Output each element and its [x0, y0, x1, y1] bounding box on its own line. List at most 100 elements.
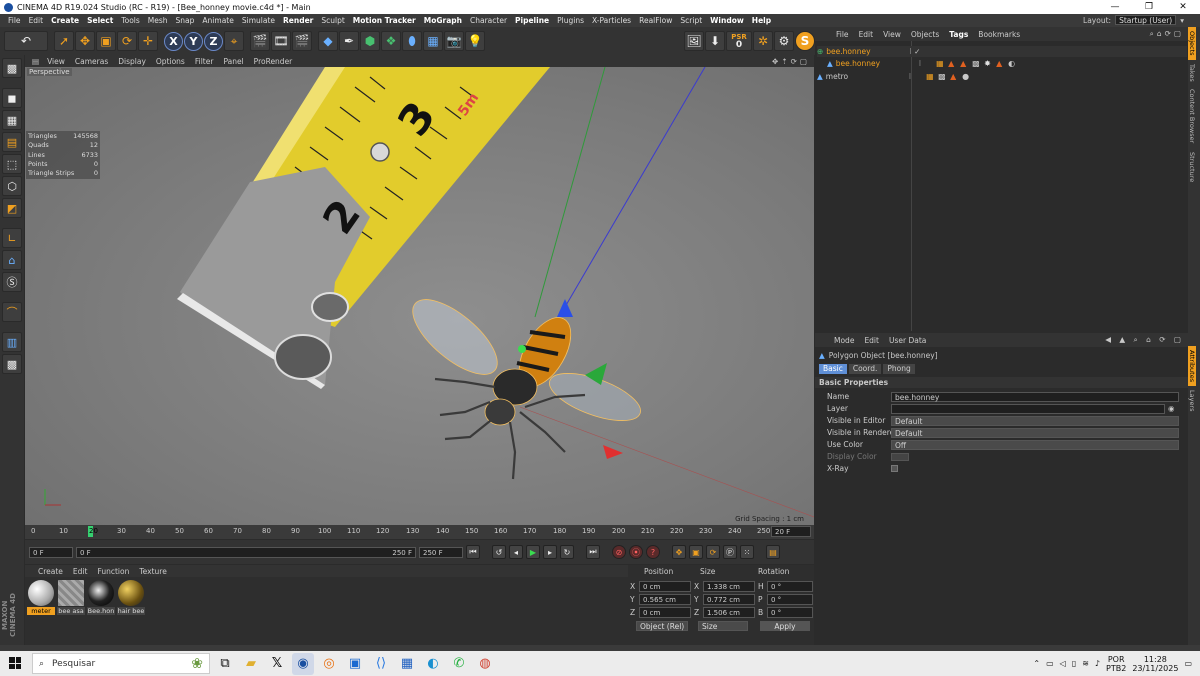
material-tag-icon[interactable]: ◐ — [1008, 59, 1016, 68]
render-settings-button[interactable]: 🎬 — [292, 31, 312, 51]
taskbar-search[interactable]: ⌕ Pesquisar ❀ — [32, 653, 210, 674]
whatsapp-icon[interactable]: ✆ — [448, 653, 470, 675]
menu-character[interactable]: Character — [466, 16, 511, 25]
texture-tag-icon[interactable]: ▲ — [948, 59, 956, 68]
menu-realflow[interactable]: RealFlow — [635, 16, 676, 25]
coord-mode-dropdown[interactable]: Object (Rel) — [636, 621, 688, 631]
material-item[interactable]: meter — [27, 579, 55, 619]
menu-mesh[interactable]: Mesh — [144, 16, 172, 25]
menu-sculpt[interactable]: Sculpt — [317, 16, 348, 25]
vp-menu-display[interactable]: Display — [113, 57, 151, 66]
rotation-h-field[interactable]: 0 ° — [767, 581, 813, 592]
mat-menu-create[interactable]: Create — [33, 567, 68, 576]
dock-tab-objects[interactable]: Objects — [1188, 27, 1196, 60]
apply-button[interactable]: Apply — [760, 621, 810, 631]
z-axis-lock-button[interactable]: Z — [204, 31, 223, 51]
checker-tag-icon[interactable]: ▩ — [972, 59, 980, 68]
coord-size-mode-dropdown[interactable]: Size — [698, 621, 748, 631]
edge-icon[interactable]: ◐ — [422, 653, 444, 675]
dock-tab-content-browser[interactable]: Content Browser — [1188, 85, 1196, 147]
vp-menu-view[interactable]: View — [42, 57, 70, 66]
undo-button[interactable]: ↶ — [4, 31, 48, 51]
timeline-layout-button[interactable]: ▤ — [766, 545, 780, 559]
attr-nav-icons[interactable]: ◀ ▲ ⌕ ⌂ ⟳ ▢ — [1105, 335, 1188, 345]
material-tag-icon[interactable]: ● — [962, 72, 970, 81]
deformer-button[interactable]: ⬮ — [402, 31, 422, 51]
size-x-field[interactable]: 1.338 cm — [703, 581, 755, 592]
mat-menu-function[interactable]: Function — [92, 567, 134, 576]
tab-basic[interactable]: Basic — [819, 364, 847, 374]
cube-primitive-button[interactable]: ◆ — [318, 31, 338, 51]
material-item[interactable]: hair bee — [117, 579, 145, 619]
name-field[interactable]: bee.honney — [891, 391, 1179, 402]
polygons-mode-button[interactable]: ◩ — [2, 198, 22, 218]
menu-motion-tracker[interactable]: Motion Tracker — [349, 16, 420, 25]
move-tool-button[interactable]: ✥ — [75, 31, 95, 51]
visible-in-renderer-dropdown[interactable]: Default — [891, 427, 1179, 438]
coordinate-system-button[interactable]: ⌖ — [224, 31, 244, 51]
obj-menu-bookmarks[interactable]: Bookmarks — [973, 30, 1025, 39]
record-point-level-button[interactable]: ⁙ — [740, 545, 754, 559]
menu-snap[interactable]: Snap — [172, 16, 199, 25]
x-app-icon[interactable]: 𝕏 — [266, 653, 288, 675]
speaker-icon[interactable]: ♪ — [1095, 659, 1100, 668]
menu-mograph[interactable]: MoGraph — [420, 16, 466, 25]
timeline-ruler[interactable]: 0 10 20 30 40 50 60 70 80 90 100 110 120… — [25, 525, 814, 539]
start-frame-field[interactable]: 0 F — [29, 546, 73, 558]
tab-phong[interactable]: Phong — [883, 364, 915, 374]
size-y-field[interactable]: 0.772 cm — [703, 594, 755, 605]
render-to-picture-viewer-button[interactable]: 🎞 — [271, 31, 291, 51]
render-view-button[interactable]: 🎬 — [250, 31, 270, 51]
vp-menu-panel[interactable]: Panel — [218, 57, 248, 66]
position-y-field[interactable]: 0.565 cm — [639, 594, 691, 605]
vscode-icon[interactable]: ⟨⟩ — [370, 653, 392, 675]
menu-tools[interactable]: Tools — [117, 16, 143, 25]
next-key-button[interactable]: ↻ — [560, 545, 574, 559]
viewport-menu-icon[interactable]: ▤ — [29, 57, 42, 66]
end-frame-field[interactable]: 250 F — [419, 546, 463, 558]
menu-edit[interactable]: Edit — [25, 16, 48, 25]
autokeying-button[interactable]: ⦿ — [629, 545, 643, 559]
obj-menu-edit[interactable]: Edit — [854, 30, 879, 39]
display-color-swatch[interactable] — [891, 452, 909, 461]
workplane-mode-button[interactable]: ▤ — [2, 132, 22, 152]
sculpt-grid-button[interactable]: ▥ — [2, 332, 22, 352]
uvw-tag-icon[interactable]: ▦ — [926, 72, 934, 81]
material-item[interactable]: Bee.hon — [87, 579, 115, 619]
uvw-tag-icon[interactable]: ▦ — [936, 59, 944, 68]
maximize-button[interactable]: ❐ — [1132, 2, 1166, 12]
picture-viewer-button[interactable]: 🖼 — [684, 31, 704, 51]
texture-mode-button[interactable]: ▦ — [2, 110, 22, 130]
file-explorer-icon[interactable]: ▰ — [240, 653, 262, 675]
record-parameter-button[interactable]: Ⓟ — [723, 545, 737, 559]
battery-icon[interactable]: ▯ — [1072, 659, 1076, 668]
minimize-button[interactable]: — — [1098, 2, 1132, 12]
pen-spline-button[interactable]: ✒ — [339, 31, 359, 51]
menu-file[interactable]: File — [4, 16, 25, 25]
checker-tag-icon[interactable]: ▩ — [938, 72, 946, 81]
dock-tab-takes[interactable]: Takes — [1188, 60, 1196, 86]
go-to-start-button[interactable]: ⏮ — [466, 545, 480, 559]
obj-manager-search-icon[interactable]: ⌕⌂⟳▢ — [1150, 29, 1188, 39]
language-indicator[interactable]: POR PTB2 — [1106, 655, 1126, 673]
axis-mode-button[interactable]: ∟ — [2, 228, 22, 248]
scale-tool-button[interactable]: ▣ — [96, 31, 116, 51]
vp-menu-prorender[interactable]: ProRender — [249, 57, 298, 66]
rotation-p-field[interactable]: 0 ° — [767, 594, 813, 605]
phong-tag-icon[interactable]: ✸ — [984, 59, 992, 68]
menu-pipeline[interactable]: Pipeline — [511, 16, 553, 25]
record-rotation-button[interactable]: ⟳ — [706, 545, 720, 559]
menu-x-particles[interactable]: X-Particles — [588, 16, 635, 25]
dock-tab-attributes[interactable]: Attributes — [1188, 345, 1196, 386]
object-row[interactable]: ⊕ bee.honney ⁝ ✓ — [817, 46, 1187, 57]
snap-settings-button[interactable]: ⚙ — [774, 31, 794, 51]
network-icon[interactable]: ▭ — [1046, 659, 1054, 668]
windows-start-icon[interactable] — [9, 657, 21, 669]
snap-button[interactable]: ✲ — [753, 31, 773, 51]
download-button[interactable]: ⬇ — [705, 31, 725, 51]
menu-plugins[interactable]: Plugins — [553, 16, 588, 25]
recent-tool-button[interactable]: ✛ — [138, 31, 158, 51]
play-button[interactable]: ▶ — [526, 545, 540, 559]
y-axis-lock-button[interactable]: Y — [184, 31, 203, 51]
mat-menu-edit[interactable]: Edit — [68, 567, 93, 576]
